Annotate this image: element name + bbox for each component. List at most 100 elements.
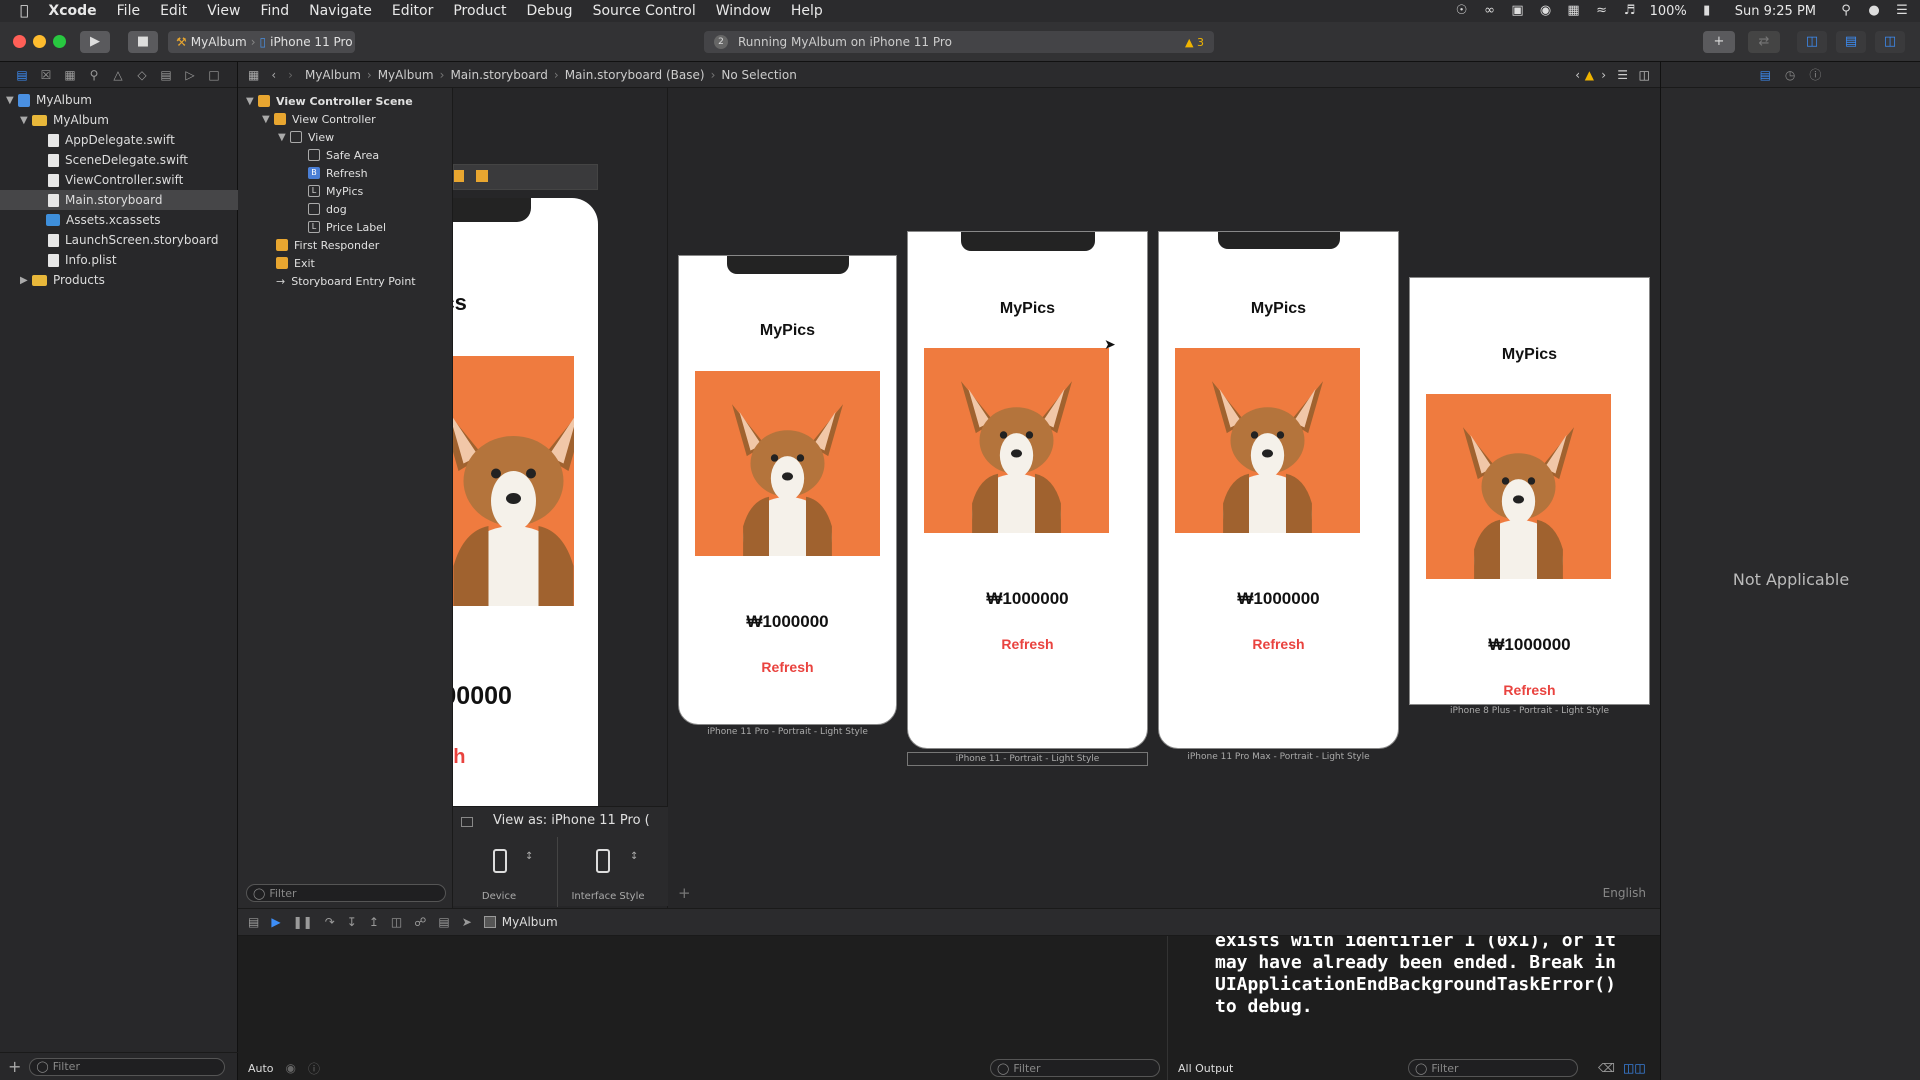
refresh-button[interactable]: Refresh [453, 746, 465, 769]
activity-viewer[interactable]: 2 Running MyAlbum on iPhone 11 Pro ▲ 3 [704, 31, 1214, 53]
device-preview-iphone-11-pro-max[interactable]: MyPics ₩1000000 Refresh [1158, 231, 1399, 749]
stop-button[interactable]: ■ [128, 31, 158, 53]
step-out-icon[interactable]: ↥ [369, 915, 379, 929]
test-icon[interactable]: ◇ [134, 68, 150, 82]
zoomed-device-preview[interactable]: MyPics ₩1000000 Refresh [453, 198, 598, 808]
environment-overrides-icon[interactable]: ▤ [438, 915, 449, 929]
menu-find[interactable]: Find [250, 3, 299, 19]
menu-edit[interactable]: Edit [150, 3, 197, 19]
close-window-button[interactable] [13, 35, 26, 48]
variables-filter-input[interactable]: ◯ Filter [990, 1059, 1160, 1077]
zoom-window-button[interactable] [53, 35, 66, 48]
disclosure-open-icon[interactable]: ▼ [246, 96, 258, 107]
siri-icon[interactable]: ● [1866, 3, 1882, 19]
interface-style-picker[interactable]: ↕ Interface Style [557, 837, 657, 907]
volume-icon[interactable]: ♬ [1622, 3, 1638, 19]
code-review-button[interactable]: ⇄ [1748, 31, 1780, 53]
toggle-navigator-button[interactable]: ◫ [1797, 31, 1827, 53]
symbol-icon[interactable]: ▦ [62, 68, 78, 82]
console-view[interactable]: exists with identifier 1 (0x1), or it ma… [1168, 936, 1660, 1080]
source-control-icon[interactable]: ☒ [38, 68, 54, 82]
wifi-icon[interactable]: ≈ [1594, 3, 1610, 19]
menu-debug[interactable]: Debug [517, 3, 583, 19]
nav-file-row[interactable]: Assets.xcassets [0, 210, 238, 230]
issue-back-icon[interactable]: ‹ [1575, 68, 1580, 82]
issue-forward-icon[interactable]: › [1601, 68, 1606, 82]
nav-file-row[interactable]: LaunchScreen.storyboard [0, 230, 238, 250]
outline-controller-row[interactable]: ▼ View Controller [262, 110, 376, 128]
debug-icon[interactable]: ▤ [158, 68, 174, 82]
pause-icon[interactable]: ❚❚ [293, 915, 313, 929]
outline-filter-input[interactable]: ◯ Filter [246, 884, 446, 902]
outline-item-row[interactable]: L MyPics [308, 182, 363, 200]
outline-scene-row[interactable]: ▼ View Controller Scene [246, 92, 413, 110]
breakpoint-icon[interactable]: ▷ [182, 68, 198, 82]
history-inspector-icon[interactable]: ◷ [1785, 68, 1795, 82]
apple-menu-icon[interactable]:  [0, 3, 38, 19]
step-over-icon[interactable]: ↷ [325, 915, 335, 929]
nav-project-row[interactable]: ▼ MyAlbum [0, 90, 238, 110]
menu-file[interactable]: File [107, 3, 150, 19]
spotlight-icon[interactable]: ⚲ [1838, 3, 1854, 19]
memory-graph-icon[interactable]: ☍ [414, 915, 426, 929]
hide-debug-area-icon[interactable]: ▤ [248, 915, 259, 929]
variables-view[interactable]: Auto ◉ ⓘ ◯ Filter [238, 936, 1168, 1080]
split-view-icon[interactable]: ◫◫ [1623, 1061, 1646, 1075]
disclosure-open-icon[interactable]: ▼ [20, 115, 32, 126]
disclosure-open-icon[interactable]: ▼ [262, 114, 274, 125]
status-circle-icon[interactable]: ◉ [1538, 3, 1554, 19]
app-menu[interactable]: Xcode [38, 3, 106, 19]
run-button[interactable]: ▶ [80, 31, 110, 53]
menu-help[interactable]: Help [781, 3, 833, 19]
input-source-icon[interactable]: ▦ [1566, 3, 1582, 19]
scene-dock[interactable] [453, 164, 598, 190]
breadcrumb-selection[interactable]: No Selection [721, 68, 796, 82]
clock[interactable]: Sun 9:25 PM [1735, 4, 1816, 19]
outline-item-row[interactable]: L Price Label [308, 218, 386, 236]
search-icon[interactable]: ⚲ [86, 68, 102, 82]
menu-view[interactable]: View [197, 3, 250, 19]
menu-source-control[interactable]: Source Control [583, 3, 706, 19]
battery-icon[interactable]: ▮ [1699, 3, 1715, 19]
outline-item-row[interactable]: B Refresh [308, 164, 368, 182]
glasses-icon[interactable]: ∞ [1482, 3, 1498, 19]
navigator-filter-input[interactable]: ◯ Filter [29, 1057, 226, 1076]
menu-navigate[interactable]: Navigate [299, 3, 382, 19]
scheme-selector[interactable]: ⚒ MyAlbum › ▯ iPhone 11 Pro [168, 31, 355, 53]
library-button[interactable]: + [1703, 31, 1735, 53]
view-debugger-icon[interactable]: ◫ [391, 915, 402, 929]
toggle-inspector-button[interactable]: ◫ [1875, 31, 1905, 53]
status-app-icon[interactable]: ☉ [1454, 3, 1470, 19]
disclosure-open-icon[interactable]: ▼ [278, 132, 290, 143]
add-editor-icon[interactable]: ◫ [1639, 68, 1650, 82]
add-icon[interactable]: + [8, 1057, 21, 1076]
device-preview-iphone-11[interactable]: MyPics ₩1000000 Refresh [907, 231, 1148, 749]
nav-file-row[interactable]: Info.plist [0, 250, 238, 270]
outline-item-row[interactable]: Safe Area [308, 146, 379, 164]
breadcrumb-project[interactable]: MyAlbum [305, 68, 361, 82]
disclosure-open-icon[interactable]: ▼ [6, 95, 18, 106]
step-into-icon[interactable]: ↧ [347, 915, 357, 929]
nav-file-row[interactable]: AppDelegate.swift [0, 130, 238, 150]
menu-editor[interactable]: Editor [382, 3, 443, 19]
warning-indicator[interactable]: ▲ 3 [1185, 36, 1204, 49]
refresh-button[interactable]: Refresh [908, 636, 1147, 652]
refresh-button[interactable]: Refresh [679, 659, 896, 675]
disclosure-closed-icon[interactable]: ▶ [20, 275, 32, 286]
info-icon[interactable]: ⓘ [308, 1060, 320, 1077]
related-items-icon[interactable]: ▦ [248, 68, 259, 82]
nav-file-row[interactable]: ViewController.swift [0, 170, 238, 190]
localization-label[interactable]: English [1603, 886, 1646, 900]
console-filter-input[interactable]: ◯ Filter [1408, 1059, 1578, 1077]
menu-product[interactable]: Product [443, 3, 516, 19]
back-icon[interactable]: ‹ [271, 68, 276, 82]
location-icon[interactable]: ➤ [462, 915, 472, 929]
warning-icon[interactable]: ▲ [1585, 68, 1594, 82]
puzzle-icon[interactable]: ▣ [1510, 3, 1526, 19]
breadcrumb-localization[interactable]: Main.storyboard (Base) [565, 68, 705, 82]
issue-icon[interactable]: △ [110, 68, 126, 82]
nav-file-row-selected[interactable]: Main.storyboard [0, 190, 238, 210]
folder-icon[interactable]: ▤ [14, 68, 30, 82]
hide-panel-icon[interactable] [461, 817, 473, 827]
nav-group-row[interactable]: ▶ Products [0, 270, 238, 290]
